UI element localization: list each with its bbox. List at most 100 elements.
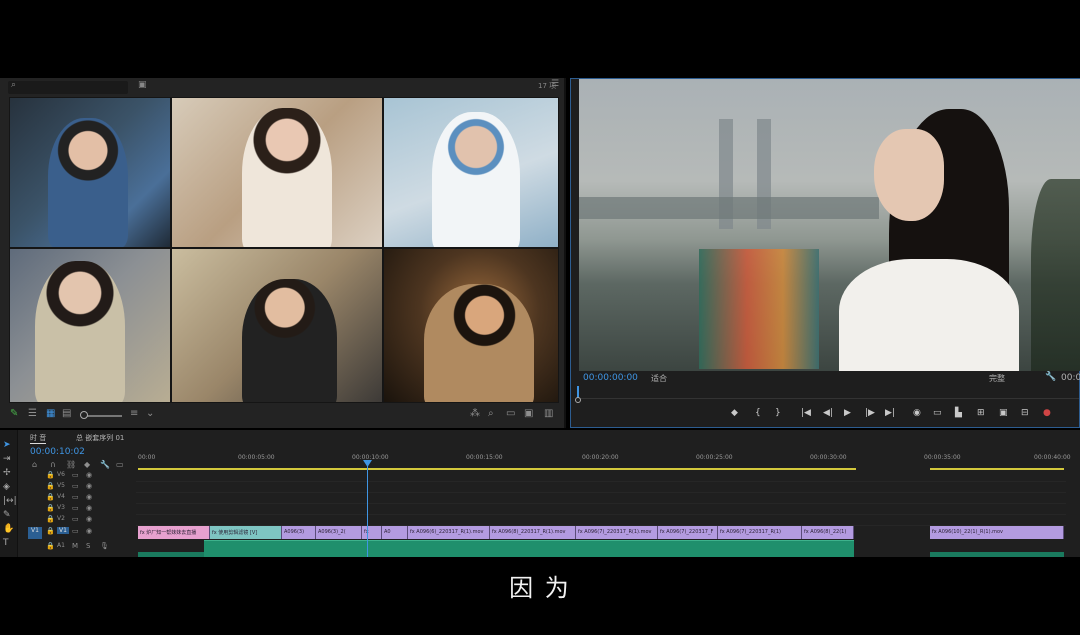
comparison-view-icon[interactable]: ▭ (933, 408, 942, 418)
timeline-clip[interactable]: fx (362, 526, 382, 539)
freeform-view-icon[interactable]: ▤ (62, 408, 71, 419)
mute-icon[interactable]: M (72, 542, 78, 550)
sync-lock-icon[interactable]: ▭ (72, 515, 79, 523)
safe-margins-icon[interactable]: ⊟ (1021, 408, 1029, 418)
eye-icon[interactable]: ◉ (86, 493, 92, 501)
pencil-icon[interactable]: ✎ (10, 408, 18, 419)
timeline-clip[interactable]: A096(3) (282, 526, 316, 539)
step-back-icon[interactable]: ◀| (823, 408, 833, 418)
eye-icon[interactable]: ◉ (86, 471, 92, 479)
sync-lock-icon[interactable]: ▭ (72, 471, 79, 479)
sync-lock-icon[interactable]: ▭ (72, 482, 79, 490)
sync-lock-icon[interactable]: ▭ (72, 527, 79, 535)
track-header-v1[interactable]: 🔒 V1 ▭ ◉ (20, 527, 136, 538)
media-thumbnail[interactable] (9, 97, 171, 248)
mark-out-icon[interactable]: } (775, 408, 781, 418)
new-item-icon[interactable]: ▣ (524, 408, 533, 419)
timeline-clip[interactable]: fx A096(7)_220317_F (658, 526, 718, 539)
timeline-clip[interactable]: fx A096(10)_22(1)_R(1).mov (930, 526, 1064, 539)
time-ruler[interactable]: 00:00 00:00:05:00 00:00:10:00 00:00:15:0… (136, 452, 1071, 466)
media-thumbnail[interactable] (383, 97, 559, 248)
multicam-icon[interactable]: ▣ (999, 408, 1008, 418)
record-icon[interactable]: ● (1043, 408, 1051, 418)
timeline-clip[interactable]: fx A096(8)_22(1) (802, 526, 854, 539)
in-point-marker[interactable] (575, 397, 581, 403)
chevron-down-icon[interactable]: ⌄ (146, 408, 154, 419)
hand-tool-icon[interactable]: ✋ (3, 524, 14, 534)
lock-icon[interactable]: 🔒 (46, 482, 55, 490)
sync-lock-icon[interactable]: ▭ (72, 504, 79, 512)
eye-icon[interactable]: ◉ (86, 527, 92, 535)
play-icon[interactable]: ▶ (844, 408, 851, 418)
sort-icon[interactable]: ≡ (130, 408, 138, 419)
program-scrub-bar[interactable] (579, 385, 1079, 399)
lock-icon[interactable]: 🔒 (46, 471, 55, 479)
eye-icon[interactable]: ◉ (86, 515, 92, 523)
track-header-v4[interactable]: 🔒 V4 ▭ ◉ (20, 493, 136, 504)
microphone-icon[interactable]: 🎙 (100, 542, 109, 550)
snap-icon[interactable]: ∩ (50, 460, 56, 469)
timeline-settings-icon[interactable]: 🔧 (100, 460, 110, 469)
lock-icon[interactable]: 🔒 (46, 527, 55, 535)
timeline-timecode[interactable]: 00:00:10:02 (30, 447, 85, 457)
playback-resolution-select[interactable]: 完整 (989, 373, 1005, 384)
track-lane[interactable] (136, 515, 1066, 526)
timeline-clip[interactable]: A096(3)_2( (316, 526, 362, 539)
lock-icon[interactable]: 🔒 (46, 493, 55, 501)
media-thumbnail[interactable] (171, 97, 383, 248)
media-thumbnail[interactable] (171, 248, 383, 403)
slip-tool-icon[interactable]: |↔| (3, 496, 17, 506)
export-frame-icon[interactable]: ◉ (913, 408, 921, 418)
lock-icon[interactable]: 🔒 (46, 504, 55, 512)
track-header-a1[interactable]: 🔒 A1 M S 🎙 (20, 542, 136, 553)
program-timecode[interactable]: 00:00:00:00 (583, 373, 638, 383)
captions-icon[interactable]: ▭ (116, 460, 124, 469)
pen-tool-icon[interactable]: ✎ (3, 510, 11, 520)
track-header-v3[interactable]: 🔒 V3 ▭ ◉ (20, 504, 136, 515)
zoom-slider-track[interactable] (82, 415, 122, 417)
timeline-clip[interactable]: fx A096(6)_220317_R(1).mov (408, 526, 490, 539)
tab-sequence[interactable]: 时 音 (30, 433, 47, 444)
audio-clip[interactable] (204, 540, 854, 557)
timeline-playhead[interactable] (367, 461, 368, 557)
timeline-clip[interactable]: fx A096(7)_220317_R(1) (718, 526, 802, 539)
lock-icon[interactable]: 🔒 (46, 542, 55, 550)
wrench-icon[interactable]: 🔧 (1045, 372, 1056, 382)
nest-toggle-icon[interactable]: ⌂ (32, 460, 37, 469)
track-header-v5[interactable]: 🔒 V5 ▭ ◉ (20, 482, 136, 493)
timeline-clip[interactable]: A0 (382, 526, 408, 539)
zoom-fit-select[interactable]: 适合 (651, 373, 667, 384)
search-input[interactable]: ⌕ (8, 80, 128, 94)
timeline-clip[interactable]: fx 炉厂知一帮妹妹去直播 (138, 526, 210, 539)
automate-to-sequence-icon[interactable]: ⁂ (470, 408, 480, 419)
track-header-v6[interactable]: 🔒 V6 ▭ ◉ (20, 471, 136, 482)
lift-icon[interactable]: ▙ (955, 408, 962, 418)
step-forward-icon[interactable]: |▶ (865, 408, 875, 418)
zoom-slider-handle[interactable] (80, 411, 88, 419)
track-select-tool-icon[interactable]: ⇥ (3, 454, 11, 464)
media-thumbnail[interactable] (383, 248, 559, 403)
new-bin-icon[interactable]: ▣ (138, 80, 147, 90)
trash-icon[interactable]: ▥ (544, 408, 553, 419)
razor-tool-icon[interactable]: ◈ (3, 482, 10, 492)
work-area-bar[interactable] (138, 468, 856, 470)
solo-icon[interactable]: S (86, 542, 90, 550)
type-tool-icon[interactable]: T (3, 538, 9, 548)
track-lane[interactable] (136, 482, 1066, 493)
eye-icon[interactable]: ◉ (86, 482, 92, 490)
timeline-clip[interactable]: fx A096(8)_220317_R(1).mov (490, 526, 576, 539)
sync-lock-icon[interactable]: ▭ (72, 493, 79, 501)
new-bin-footer-icon[interactable]: ▭ (506, 408, 515, 419)
ripple-edit-tool-icon[interactable]: ✢ (3, 468, 11, 478)
timeline-clip[interactable]: fx A096(7)_220317_R(1).mov (576, 526, 658, 539)
add-marker-timeline-icon[interactable]: ◆ (84, 460, 90, 469)
mark-in-icon[interactable]: { (755, 408, 761, 418)
list-view-toggle-icon[interactable]: ☰ (28, 408, 37, 419)
timeline-clip[interactable]: fx 使用剪辑滤镜 [V] (210, 526, 282, 539)
track-lane[interactable] (136, 471, 1066, 482)
list-view-icon[interactable]: ☰ (551, 79, 559, 89)
add-marker-icon[interactable]: ◆ (731, 408, 738, 418)
extract-icon[interactable]: ⊞ (977, 408, 985, 418)
go-to-out-icon[interactable]: ▶| (885, 408, 895, 418)
tab-nested-sequence[interactable]: 总 嵌套序列 01 (76, 433, 124, 443)
